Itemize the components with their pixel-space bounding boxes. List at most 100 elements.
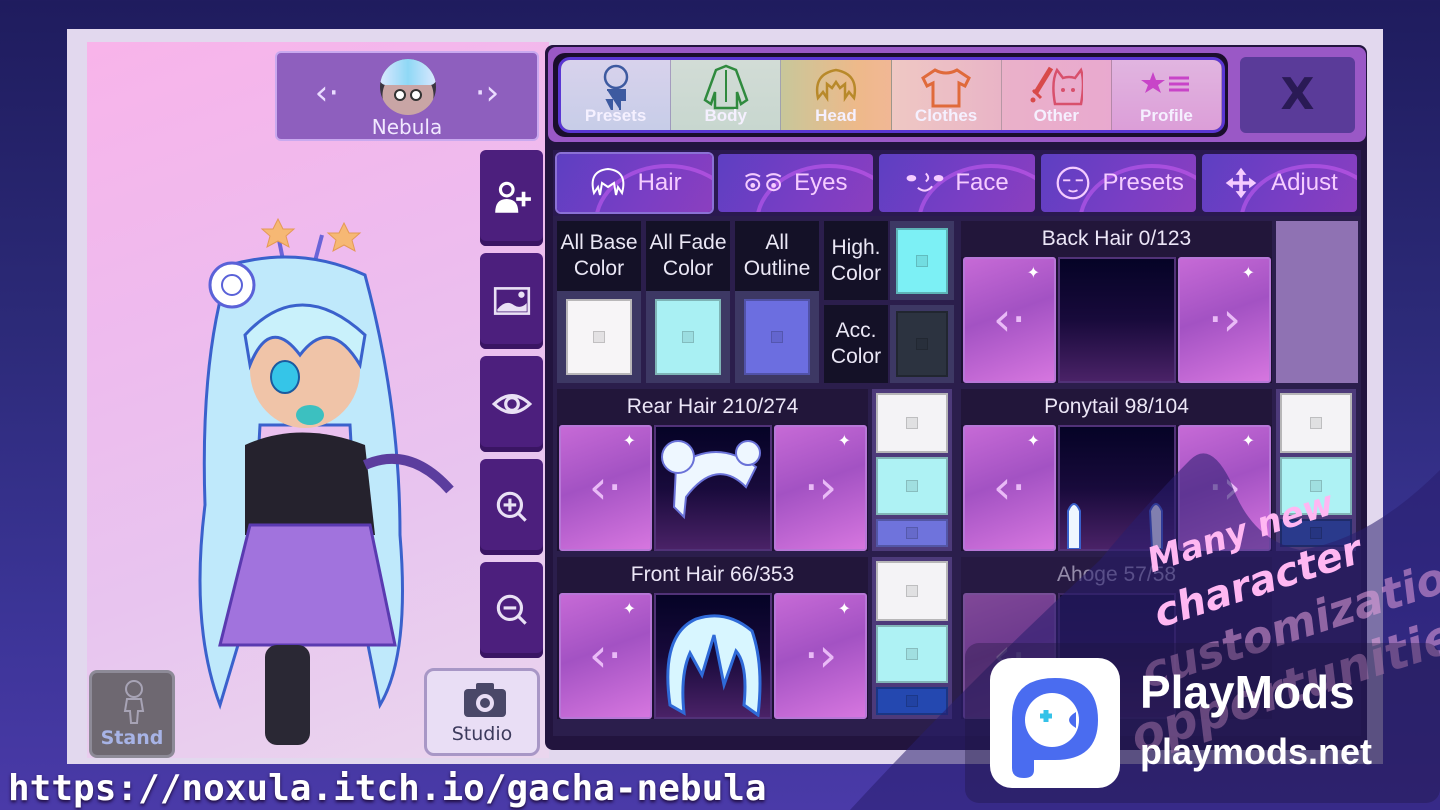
back-hair-prev-button[interactable]: ‹· ✦ — [963, 257, 1056, 383]
close-button[interactable]: X — [1240, 57, 1355, 133]
all-base-color-swatch — [566, 299, 632, 375]
front-hair-picker: Front Hair 66/353 ‹· ✦ ·› ✦ — [557, 557, 868, 719]
tab-presets[interactable]: Presets — [561, 60, 672, 130]
studio-button[interactable]: Studio — [424, 668, 540, 756]
tab-clothes[interactable]: Clothes — [891, 60, 1002, 130]
back-hair-title: Back Hair 0/123 — [961, 221, 1272, 257]
star-list-icon — [1141, 72, 1190, 93]
subtab-presets-label: Presets — [1102, 169, 1184, 196]
playmods-url: playmods.net — [1140, 731, 1373, 772]
front-hair-prev-button[interactable]: ‹· ✦ — [559, 593, 652, 719]
playmods-logo — [990, 658, 1120, 788]
hair-icon — [815, 68, 856, 103]
subtab-presets[interactable]: Presets — [1040, 154, 1196, 212]
tab-other[interactable]: Other — [1001, 60, 1112, 130]
back-hair-preview — [1058, 257, 1176, 383]
all-outline-swatch — [744, 299, 810, 375]
rear-hair-preview — [654, 425, 772, 551]
playmods-watermark: PlayMods playmods.net — [965, 643, 1440, 803]
all-fade-color-button[interactable] — [646, 291, 730, 383]
tab-other-label: Other — [1033, 106, 1079, 125]
character-name: Nebula — [371, 115, 443, 139]
eye-icon — [491, 394, 532, 414]
accent-color-button[interactable] — [890, 305, 954, 383]
ponytail-title: Ponytail 98/104 — [961, 389, 1272, 425]
highlight-color-label: High. Color — [824, 221, 888, 300]
highlight-color-swatch — [896, 227, 948, 294]
front-hair-thumbnail — [666, 614, 762, 718]
subtab-hair[interactable]: Hair — [557, 154, 713, 212]
stand-button[interactable]: Stand — [89, 670, 175, 758]
accent-color-swatch — [896, 311, 948, 377]
rear-hair-prev-button[interactable]: ‹· ✦ — [559, 425, 652, 551]
all-fade-color-swatch — [655, 299, 721, 375]
playmods-title: PlayMods — [1140, 666, 1355, 718]
zoom-out-icon — [496, 594, 527, 625]
avatar-eye — [394, 89, 406, 101]
back-hair-picker: Back Hair 0/123 ‹· ✦ ·› ✦ — [961, 221, 1272, 383]
all-outline-button[interactable] — [735, 291, 819, 383]
all-base-color-group: All Base Color — [557, 221, 641, 383]
subtab-face-label: Face — [955, 169, 1009, 196]
tab-clothes-label: Clothes — [914, 106, 978, 125]
zoom-in-icon — [496, 491, 527, 522]
stand-label: Stand — [100, 727, 164, 749]
all-outline-label: All Outline — [735, 221, 819, 291]
studio-label: Studio — [451, 723, 513, 745]
subtab-hair-label: Hair — [637, 169, 682, 196]
next-character-button[interactable]: ·› — [467, 73, 507, 113]
back-hair-next-button[interactable]: ·› ✦ — [1178, 257, 1271, 383]
face-icon — [906, 172, 944, 192]
hair-outline-icon — [591, 167, 624, 196]
tshirt-icon — [921, 68, 972, 108]
character-selector: ‹· ·› Nebula — [275, 51, 539, 141]
tab-head-label: Head — [815, 106, 857, 125]
visibility-button[interactable] — [480, 356, 543, 452]
tab-profile[interactable]: Profile — [1111, 60, 1222, 130]
all-base-color-button[interactable] — [557, 291, 641, 383]
tab-profile-label: Profile — [1139, 106, 1193, 125]
prev-character-button[interactable]: ‹· — [307, 73, 347, 113]
tab-head[interactable]: Head — [781, 60, 892, 130]
zoom-out-button[interactable] — [480, 562, 543, 658]
background-button[interactable] — [480, 253, 543, 349]
tab-presets-label: Presets — [584, 106, 647, 125]
jacket-icon — [703, 64, 749, 110]
character-figure[interactable] — [150, 205, 470, 765]
accent-color-label: Acc. Color — [824, 305, 888, 383]
all-fade-color-group: All Fade Color — [646, 221, 730, 383]
sword-cat-icon — [1030, 66, 1084, 106]
subtab-eyes-label: Eyes — [794, 169, 848, 196]
sub-tabbar: Hair Eyes Face Presets Adjust — [553, 150, 1361, 216]
playmods-logo-icon — [1012, 678, 1098, 778]
rear-hair-title: Rear Hair 210/274 — [557, 389, 868, 425]
tab-body-label: Body — [704, 106, 748, 125]
all-outline-group: All Outline — [735, 221, 819, 383]
stand-pose-icon — [123, 680, 145, 724]
character-avatar[interactable] — [380, 59, 436, 115]
tab-body[interactable]: Body — [671, 60, 782, 130]
source-url-watermark: https://noxula.itch.io/gacha-nebula — [8, 768, 767, 809]
avatar-hair — [380, 59, 436, 85]
rear-hair-thumbnail — [661, 440, 761, 520]
move-arrows-icon — [1225, 167, 1257, 199]
subtab-eyes[interactable]: Eyes — [718, 154, 874, 212]
rear-hair-picker: Rear Hair 210/274 ‹· ✦ ·› ✦ — [557, 389, 868, 551]
add-character-button[interactable] — [480, 150, 543, 246]
add-person-icon — [494, 181, 531, 213]
back-hair-color-button[interactable] — [1276, 221, 1358, 383]
subtab-adjust-label: Adjust — [1271, 169, 1338, 196]
all-fade-color-label: All Fade Color — [646, 221, 730, 291]
highlight-color-button[interactable] — [890, 221, 954, 300]
front-hair-title: Front Hair 66/353 — [557, 557, 868, 593]
subtab-adjust[interactable]: Adjust — [1201, 154, 1358, 212]
eyes-icon — [745, 173, 782, 192]
front-hair-preview — [654, 593, 772, 719]
camera-icon — [464, 683, 506, 717]
zoom-in-button[interactable] — [480, 459, 543, 555]
all-base-color-label: All Base Color — [557, 221, 641, 291]
main-tabbar: Presets Body Head Clothes Other Profile — [558, 57, 1225, 133]
image-icon — [493, 287, 530, 315]
avatar-eye — [410, 89, 422, 101]
subtab-face[interactable]: Face — [879, 154, 1035, 212]
